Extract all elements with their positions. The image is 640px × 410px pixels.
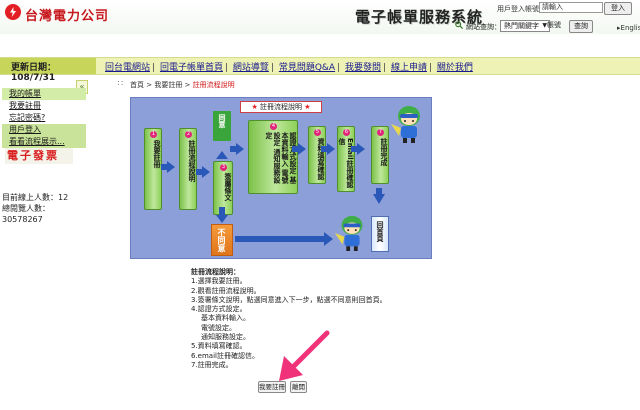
long-arrow-right-icon	[235, 232, 333, 246]
english-link-label: English	[620, 24, 640, 32]
step-label: 認證方式設定 基本資料輸入 電號設定 通知服務設定	[265, 132, 297, 184]
nav-link-faq[interactable]: 常見問題Q&A	[279, 63, 335, 73]
sidebar-item-flow-demo[interactable]: 看看流程展示...	[2, 136, 86, 148]
return-home-label: 回首頁	[376, 221, 384, 242]
flow-step-2: 2 註冊流程說明	[179, 128, 197, 210]
instruction-line: 基本資料輸入。	[201, 314, 250, 323]
online-users: 目前線上人數：12	[2, 193, 69, 202]
star-icon: ★	[304, 103, 311, 111]
disagree-box: 不同意	[211, 224, 233, 256]
step-label: 註冊流程說明	[188, 140, 196, 182]
visitor-stats: 目前線上人數：12 總閱覽人數： 30578267	[2, 192, 68, 225]
nav-links: 回台電網站 | 回電子帳單首頁 | 網站導覽 | 常見問題Q&A | 我要發問 | 線上申…	[105, 63, 473, 73]
flow-title-text: 註冊流程說明	[260, 103, 302, 111]
company-name[interactable]: 台灣電力公司	[25, 5, 109, 24]
flow-step-4: 4 認證方式設定 基本資料輸入 電號設定 通知服務設定	[248, 120, 298, 194]
step-number: 5	[314, 129, 321, 136]
arrow-up-icon	[216, 151, 228, 159]
arrow-right-icon	[230, 143, 244, 155]
e-invoice-banner[interactable]: 電子發票	[5, 148, 73, 164]
update-date-box: 更新日期：108/7/31	[0, 58, 96, 83]
hot-keyword-value: 熱門關鍵字	[504, 22, 539, 30]
search-icon	[455, 21, 463, 29]
breadcrumb-sep: >	[182, 81, 193, 89]
step-number: 3	[220, 164, 227, 171]
arrow-right-icon	[161, 161, 175, 173]
english-link[interactable]: ▸English	[617, 24, 640, 32]
step-number: 4	[270, 123, 277, 130]
return-home-box: 回首頁	[371, 216, 389, 252]
flow-step-6: 6 Email註冊確認信	[337, 126, 355, 192]
login-button[interactable]: 登入	[604, 2, 632, 15]
breadcrumb-sep: >	[144, 81, 155, 89]
sidebar-item-my-bill[interactable]: 我的帳單	[2, 88, 86, 100]
instruction-line: 2.觀看註冊流程說明。	[191, 286, 261, 295]
nav-link-about[interactable]: 關於我們	[437, 63, 473, 73]
site-header: 台灣電力公司 電子帳單服務系統 用戶登入帳號： 請輸入 登入 網站查詢： 熱門關…	[0, 0, 640, 34]
sidebar-item-login[interactable]: 用戶登入	[2, 124, 86, 136]
flow-title: ★ 註冊流程說明 ★	[240, 101, 322, 113]
login-account-input[interactable]: 請輸入	[539, 2, 603, 13]
nav-link-taipower[interactable]: 回台電網站	[105, 63, 150, 73]
sidebar-item-register[interactable]: 我要註冊	[2, 100, 86, 112]
arrow-right-icon	[351, 143, 365, 155]
step-label: 註冊完成	[380, 138, 388, 166]
flow-step-7: 7 註冊完成	[371, 126, 389, 184]
site-search-label: 網站查詢：	[466, 23, 501, 31]
step-label: 簽屬條文	[224, 173, 232, 201]
arrow-down-icon	[216, 207, 228, 223]
disagree-label: 不同意	[217, 228, 226, 252]
flow-step-1: 1 我要註冊	[144, 128, 162, 210]
mascot-icon	[334, 215, 363, 251]
site-title: 電子帳單服務系統	[355, 8, 484, 26]
star-icon: ★	[251, 103, 258, 111]
nav-link-apply[interactable]: 線上申請	[391, 63, 427, 73]
step-number: 6	[343, 129, 350, 136]
instruction-line: 6.email註冊確認信。	[191, 351, 259, 360]
instructions-heading: 註冊流程說明：	[191, 268, 240, 276]
nav-link-ask[interactable]: 我要發問	[345, 63, 381, 73]
step-number: 1	[150, 131, 157, 138]
breadcrumb: 首頁 > 我要註冊 > 註冊流程說明	[130, 80, 235, 90]
step-label: 資料填寫確認	[317, 138, 325, 180]
total-visitors-value: 30578267	[2, 215, 43, 224]
arrow-right-icon	[321, 143, 335, 155]
sidebar-item-forgot-password[interactable]: 忘記密碼?	[2, 112, 86, 124]
instructions: 註冊流程說明： 1.選擇我要註冊。 2.觀看註冊流程說明。 3.簽署條文說明，點…	[191, 268, 387, 370]
flow-step-5: 5 資料填寫確認	[308, 126, 326, 184]
instruction-line: 通知服務設定。	[201, 333, 250, 342]
arrow-right-icon	[196, 166, 210, 178]
leave-button[interactable]: 離開	[290, 381, 307, 393]
agree-box: 同意	[213, 111, 231, 141]
step-number: 2	[185, 131, 192, 138]
instruction-line: 電號設定。	[201, 323, 236, 332]
sidebar: 我的帳單 我要註冊 忘記密碼? 用戶登入 看看流程展示...	[2, 88, 86, 148]
breadcrumb-home[interactable]: 首頁	[130, 81, 144, 89]
taipower-logo-icon[interactable]	[5, 4, 21, 20]
agree-label: 同意	[218, 114, 226, 128]
arrow-down-icon	[373, 188, 385, 204]
step-number: 7	[377, 129, 384, 136]
nav-link-sitemap[interactable]: 網站導覽	[233, 63, 269, 73]
instruction-line: 1.選擇我要註冊。	[191, 277, 247, 286]
registration-flow-diagram: ★ 註冊流程說明 ★ 1 我要註冊 2 註冊流程說明 同意 3 簽屬條文 4 認…	[130, 97, 432, 259]
mascot-icon	[391, 106, 420, 143]
nav-link-ebill-home[interactable]: 回電子帳單首頁	[160, 63, 223, 73]
register-button[interactable]: 我要註冊	[258, 381, 286, 393]
breadcrumb-dots-icon: ::	[117, 78, 125, 87]
search-button[interactable]: 查詢	[569, 20, 593, 33]
hot-keyword-select[interactable]: 熱門關鍵字 ▼	[500, 20, 550, 32]
total-visitors-label: 總閱覽人數：	[2, 204, 50, 213]
arrow-right-icon	[292, 143, 306, 155]
breadcrumb-current: 註冊流程說明	[192, 81, 235, 89]
instruction-line: 7.註冊完成。	[191, 360, 233, 369]
top-nav: 更新日期：108/7/31 回台電網站 | 回電子帳單首頁 | 網站導覽 | 常見問題…	[0, 57, 640, 83]
instruction-line: 3.簽署條文說明，點選同意進入下一步，點選不同意則回首頁。	[191, 295, 387, 304]
search-input[interactable]: 帳號	[547, 20, 565, 30]
instruction-line: 5.資料填寫確認。	[191, 342, 247, 351]
step-label: 我要註冊	[153, 140, 161, 168]
breadcrumb-parent[interactable]: 我要註冊	[154, 81, 182, 89]
